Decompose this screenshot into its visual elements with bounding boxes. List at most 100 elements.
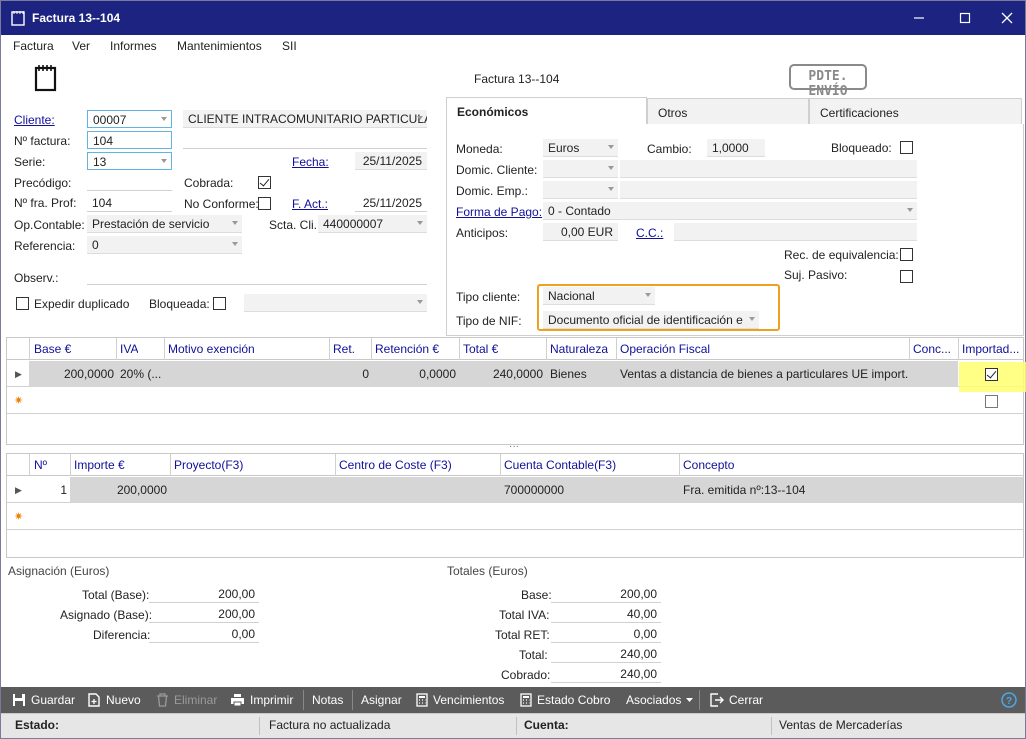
imprimir-button[interactable]: Imprimir [230, 693, 293, 707]
sctacli-select[interactable]: 440000007 [318, 215, 427, 233]
col-base[interactable]: Base € [34, 342, 71, 356]
bloqueado-checkbox[interactable] [900, 141, 913, 154]
domic-cliente-select[interactable] [543, 160, 618, 178]
col-proyecto[interactable]: Proyecto(F3) [174, 458, 243, 472]
exit-icon [710, 693, 724, 707]
chevron-down-icon [417, 116, 423, 120]
anticipos-value: 0,00 EUR [560, 225, 613, 239]
no-conforme-checkbox[interactable] [258, 197, 271, 210]
cell-retencion: 0,0000 [419, 367, 456, 381]
col-centro[interactable]: Centro de Coste (F3) [339, 458, 452, 472]
cobrado-label: Cobrado: [501, 668, 551, 682]
estado-cobro-button[interactable]: Estado Cobro [520, 693, 610, 707]
menu-sii[interactable]: SII [282, 39, 297, 53]
observ-input[interactable] [87, 267, 427, 285]
eliminar-button[interactable]: Eliminar [156, 693, 217, 707]
nuevo-button[interactable]: Nuevo [87, 693, 141, 707]
vencimientos-button[interactable]: Vencimientos [416, 693, 504, 707]
guardar-button[interactable]: Guardar [12, 693, 75, 707]
referencia-select[interactable]: 0 [87, 236, 242, 254]
cobrada-checkbox[interactable] [258, 176, 271, 189]
menu-factura[interactable]: Factura [13, 39, 54, 53]
precodigo-input[interactable] [87, 173, 172, 191]
forma-pago-label[interactable]: Forma de Pago: [456, 205, 542, 219]
bloqueada-checkbox[interactable] [213, 297, 226, 310]
table-row[interactable]: ▶ 1 200,0000 700000000 Fra. emitida nº:1… [7, 477, 1023, 503]
col-cuenta[interactable]: Cuenta Contable(F3) [504, 458, 616, 472]
estado-value: Factura no actualizada [269, 718, 391, 732]
cliente-name-field[interactable]: CLIENTE INTRACOMUNITARIO PARTICULA [183, 110, 427, 128]
minimize-button[interactable] [909, 9, 929, 27]
cliente-code-input[interactable]: 00007 [87, 110, 172, 128]
opcontable-select[interactable]: Prestación de servicio [87, 215, 242, 233]
tab-economicos[interactable]: Económicos [446, 97, 647, 125]
col-importe[interactable]: Importe € [74, 458, 125, 472]
fact-label[interactable]: F. Act.: [292, 197, 328, 211]
table-row[interactable]: ▶ 200,0000 20% (... 0 0,0000 240,0000 Bi… [7, 361, 1023, 387]
col-motivo[interactable]: Motivo exención [168, 342, 255, 356]
anticipos-input[interactable]: 0,00 EUR [543, 223, 618, 241]
total-label: Total: [519, 648, 548, 662]
total-base-label: Total (Base): [82, 588, 150, 602]
cell-iva: 20% (... [120, 367, 162, 381]
col-iva[interactable]: IVA [120, 342, 138, 356]
fact-input[interactable]: 25/11/2025 [355, 194, 427, 212]
base-label: Base: [521, 588, 552, 602]
bloqueada-select[interactable] [244, 294, 427, 312]
expedir-duplicado-checkbox[interactable] [16, 297, 29, 310]
new-row[interactable]: ✷ [7, 388, 1023, 414]
save-icon [13, 694, 25, 706]
importado-checkbox[interactable] [985, 368, 998, 381]
notas-button[interactable]: Notas [312, 693, 343, 707]
nfactura-label: Nº factura: [14, 134, 71, 148]
new-row[interactable]: ✷ [7, 504, 1023, 530]
importado-new-checkbox[interactable] [985, 395, 998, 408]
cliente-label[interactable]: Cliente: [14, 113, 55, 127]
col-operacion[interactable]: Operación Fiscal [620, 342, 710, 356]
menu-informes[interactable]: Informes [110, 39, 157, 53]
base-value: 200,00 [551, 587, 661, 603]
domic-emp-select[interactable] [543, 181, 618, 199]
col-n[interactable]: Nº [34, 458, 47, 472]
serie-label: Serie: [14, 155, 46, 169]
rec-equivalencia-label: Rec. de equivalencia: [784, 248, 899, 262]
tab-otros[interactable]: Otros [647, 98, 809, 125]
asignar-button[interactable]: Asignar [361, 693, 402, 707]
col-retencion[interactable]: Retención € [375, 342, 439, 356]
col-total[interactable]: Total € [463, 342, 498, 356]
cambio-input[interactable]: 1,0000 [707, 139, 765, 157]
col-conc[interactable]: Conc... [913, 342, 951, 356]
nfactura-input[interactable]: 104 [87, 131, 172, 149]
tipo-cliente-label: Tipo cliente: [456, 290, 521, 304]
col-ret[interactable]: Ret. [333, 342, 355, 356]
cell-n: 1 [60, 483, 67, 497]
cerrar-button[interactable]: Cerrar [709, 693, 763, 707]
forma-pago-select[interactable]: 0 - Contado [543, 202, 917, 220]
splitter-grip[interactable]: ··· [509, 441, 519, 452]
menu-mantenimientos[interactable]: Mantenimientos [177, 39, 262, 53]
help-icon[interactable]: ? [1001, 692, 1017, 708]
rec-equivalencia-checkbox[interactable] [900, 248, 913, 261]
total-base-value: 200,00 [149, 587, 259, 603]
maximize-button[interactable] [955, 9, 975, 27]
menu-ver[interactable]: Ver [72, 39, 90, 53]
suj-pasivo-checkbox[interactable] [900, 270, 913, 283]
fecha-input[interactable]: 25/11/2025 [355, 152, 427, 170]
invoice-window: Factura 13--104 Factura Ver Informes Man… [0, 0, 1026, 739]
nfra-prof-input[interactable]: 104 [87, 194, 172, 212]
cc-label[interactable]: C.C.: [636, 226, 663, 240]
moneda-select[interactable]: Euros [543, 139, 618, 157]
col-importado[interactable]: Importad... [962, 342, 1019, 356]
asociados-button[interactable]: Asociados [626, 693, 694, 707]
svg-text:?: ? [1006, 696, 1012, 707]
calculator-icon [416, 693, 428, 707]
tab-certificaciones[interactable]: Certificaciones [809, 98, 1022, 125]
serie-select[interactable]: 13 [87, 152, 172, 170]
observ-label: Observ.: [14, 271, 59, 285]
cc-input[interactable] [674, 223, 917, 241]
bottom-toolbar: Guardar Nuevo Eliminar Imprimir Notas As… [1, 687, 1025, 713]
col-concepto[interactable]: Concepto [683, 458, 734, 472]
fecha-label[interactable]: Fecha: [292, 155, 329, 169]
col-naturaleza[interactable]: Naturaleza [550, 342, 608, 356]
close-window-button[interactable] [997, 9, 1017, 27]
